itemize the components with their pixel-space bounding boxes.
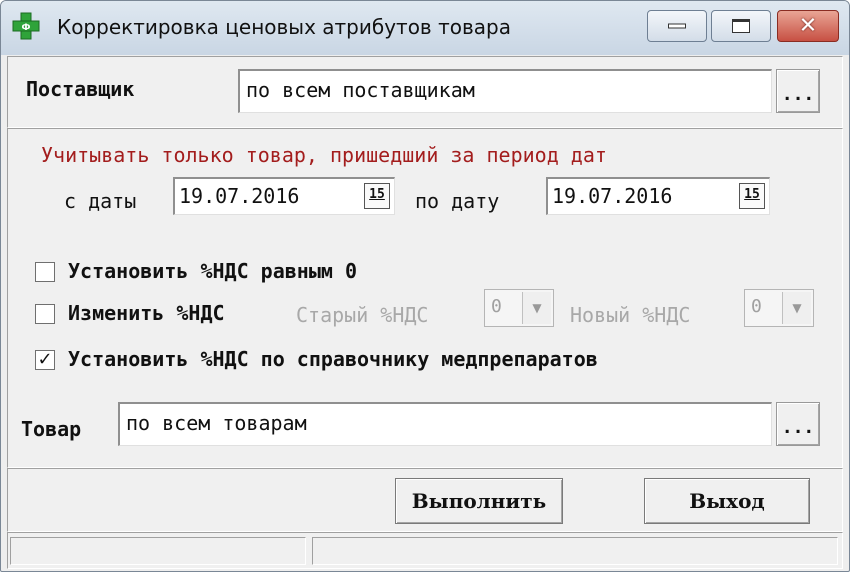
change-vat-checkbox[interactable] <box>35 304 55 324</box>
chevron-down-icon[interactable]: ▼ <box>782 292 811 324</box>
supplier-field[interactable]: по всем поставщикам <box>238 69 772 113</box>
calendar-icon[interactable]: 15 <box>739 183 765 209</box>
from-date-field[interactable]: 19.07.2016 15 <box>173 177 395 215</box>
from-date-value: 19.07.2016 <box>179 184 300 208</box>
change-vat-label: Изменить %НДС <box>68 301 225 325</box>
supplier-label: Поставщик <box>26 77 135 101</box>
run-button[interactable]: Выполнить <box>395 478 563 524</box>
close-button[interactable]: ✕ <box>777 10 839 42</box>
from-date-label: с даты <box>64 189 137 213</box>
green-cross-pharmacy-icon: Ф <box>12 12 40 40</box>
maximize-button[interactable] <box>711 10 771 42</box>
title-bar[interactable]: Ф Корректировка ценовых атрибутов товара… <box>1 1 849 55</box>
chevron-down-icon[interactable]: ▼ <box>522 292 551 324</box>
set-vat-zero-checkbox[interactable] <box>35 262 55 282</box>
status-cell-2 <box>312 537 838 565</box>
product-label: Товар <box>21 417 82 441</box>
to-date-label: по дату <box>415 189 500 213</box>
old-vat-select[interactable]: 0 ▼ <box>484 289 554 327</box>
period-notice: Учитывать только товар, пришедший за пер… <box>41 143 607 167</box>
options-panel: Учитывать только товар, пришедший за пер… <box>7 128 843 468</box>
minimize-icon <box>668 23 686 29</box>
supplier-browse-button[interactable]: ... <box>776 69 820 113</box>
close-icon: ✕ <box>798 13 818 39</box>
old-vat-value: 0 <box>491 296 502 317</box>
calendar-icon[interactable]: 15 <box>364 183 390 209</box>
status-bar <box>7 532 843 569</box>
window-title: Корректировка ценовых атрибутов товара <box>57 15 511 39</box>
exit-button[interactable]: Выход <box>644 478 810 524</box>
svg-text:Ф: Ф <box>22 23 31 33</box>
new-vat-value: 0 <box>751 296 762 317</box>
product-browse-button[interactable]: ... <box>776 402 820 446</box>
to-date-value: 19.07.2016 <box>552 184 673 208</box>
set-vat-zero-label: Установить %НДС равным 0 <box>68 259 357 283</box>
minimize-button[interactable] <box>647 10 707 42</box>
vat-by-reference-label: Установить %НДС по справочнику медпрепар… <box>68 347 598 371</box>
status-cell-1 <box>10 537 306 565</box>
vat-by-reference-checkbox[interactable]: ✓ <box>35 350 55 370</box>
supplier-panel: Поставщик по всем поставщикам ... <box>7 56 843 128</box>
new-vat-label: Новый %НДС <box>570 303 691 327</box>
actions-panel: Выполнить Выход <box>7 468 843 532</box>
new-vat-select[interactable]: 0 ▼ <box>744 289 814 327</box>
maximize-icon <box>732 19 750 33</box>
dialog-window: Ф Корректировка ценовых атрибутов товара… <box>0 0 850 572</box>
old-vat-label: Старый %НДС <box>296 303 429 327</box>
product-field[interactable]: по всем товарам <box>118 402 772 446</box>
to-date-field[interactable]: 19.07.2016 15 <box>546 177 770 215</box>
